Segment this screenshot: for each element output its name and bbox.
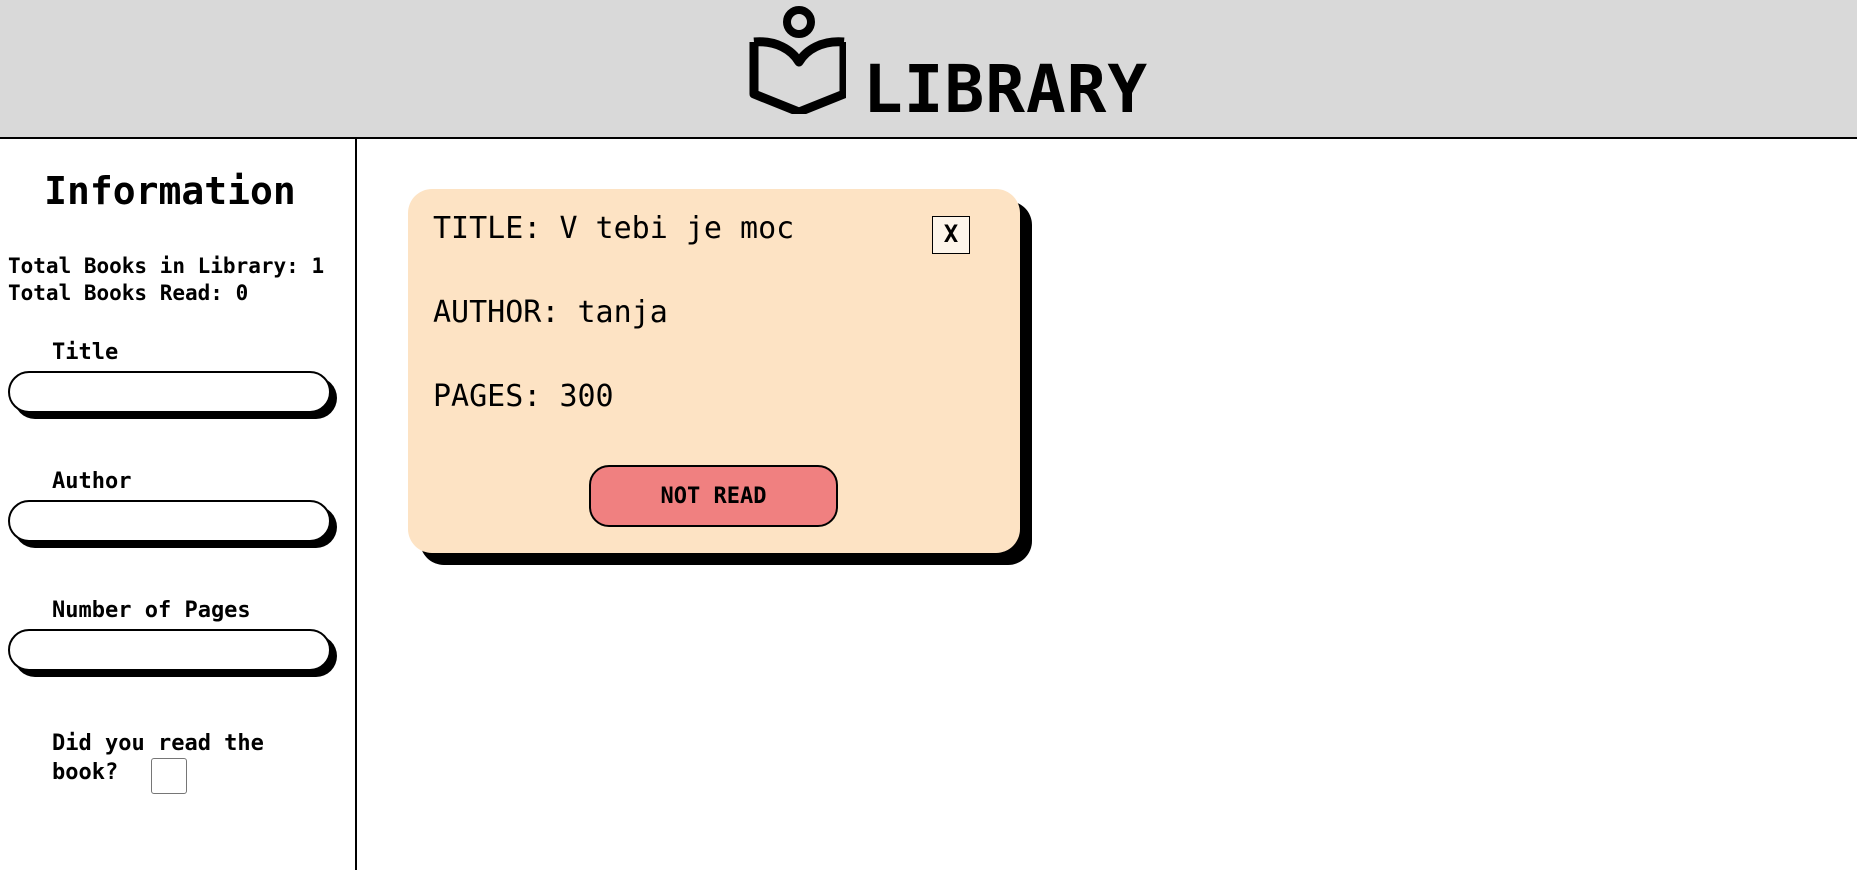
book-card: TITLE: V tebi je moc X AUTHOR: tanja PAG… [408,189,1020,553]
book-title-label: TITLE: [433,211,542,246]
sidebar-title: Information [44,169,296,213]
book-title: V tebi je moc [559,211,795,246]
pages-field-label: Number of Pages [52,598,251,623]
sidebar: Information Total Books in Library: 1 To… [0,139,357,870]
book-pages: 300 [559,379,614,414]
total-books-value: 1 [311,254,325,278]
app-title: LIBRARY [863,51,1149,128]
book-grid: TITLE: V tebi je moc X AUTHOR: tanja PAG… [359,139,1857,870]
book-author: tanja [577,295,668,330]
remove-book-button[interactable]: X [932,216,970,254]
book-title-line: TITLE: V tebi je moc [433,211,794,247]
title-field-label: Title [52,340,119,365]
read-checkbox[interactable] [151,758,187,794]
total-books-label: Total Books in Library: [8,254,299,278]
book-pages-line: PAGES: 300 [433,379,614,415]
read-status-button[interactable]: NOT READ [589,465,838,527]
total-read-label: Total Books Read: [8,281,223,305]
author-input[interactable] [8,500,331,542]
total-read-stat: Total Books Read: 0 [8,280,248,306]
book-pages-label: PAGES: [433,379,542,414]
book-author-label: AUTHOR: [433,295,560,330]
book-author-line: AUTHOR: tanja [433,295,668,331]
total-books-stat: Total Books in Library: 1 [8,253,324,279]
open-book-reader-icon [749,6,846,114]
pages-input[interactable] [8,629,331,671]
total-read-value: 0 [235,281,249,305]
author-field-label: Author [52,469,132,494]
title-input[interactable] [8,371,331,413]
app-header: LIBRARY [0,0,1857,139]
